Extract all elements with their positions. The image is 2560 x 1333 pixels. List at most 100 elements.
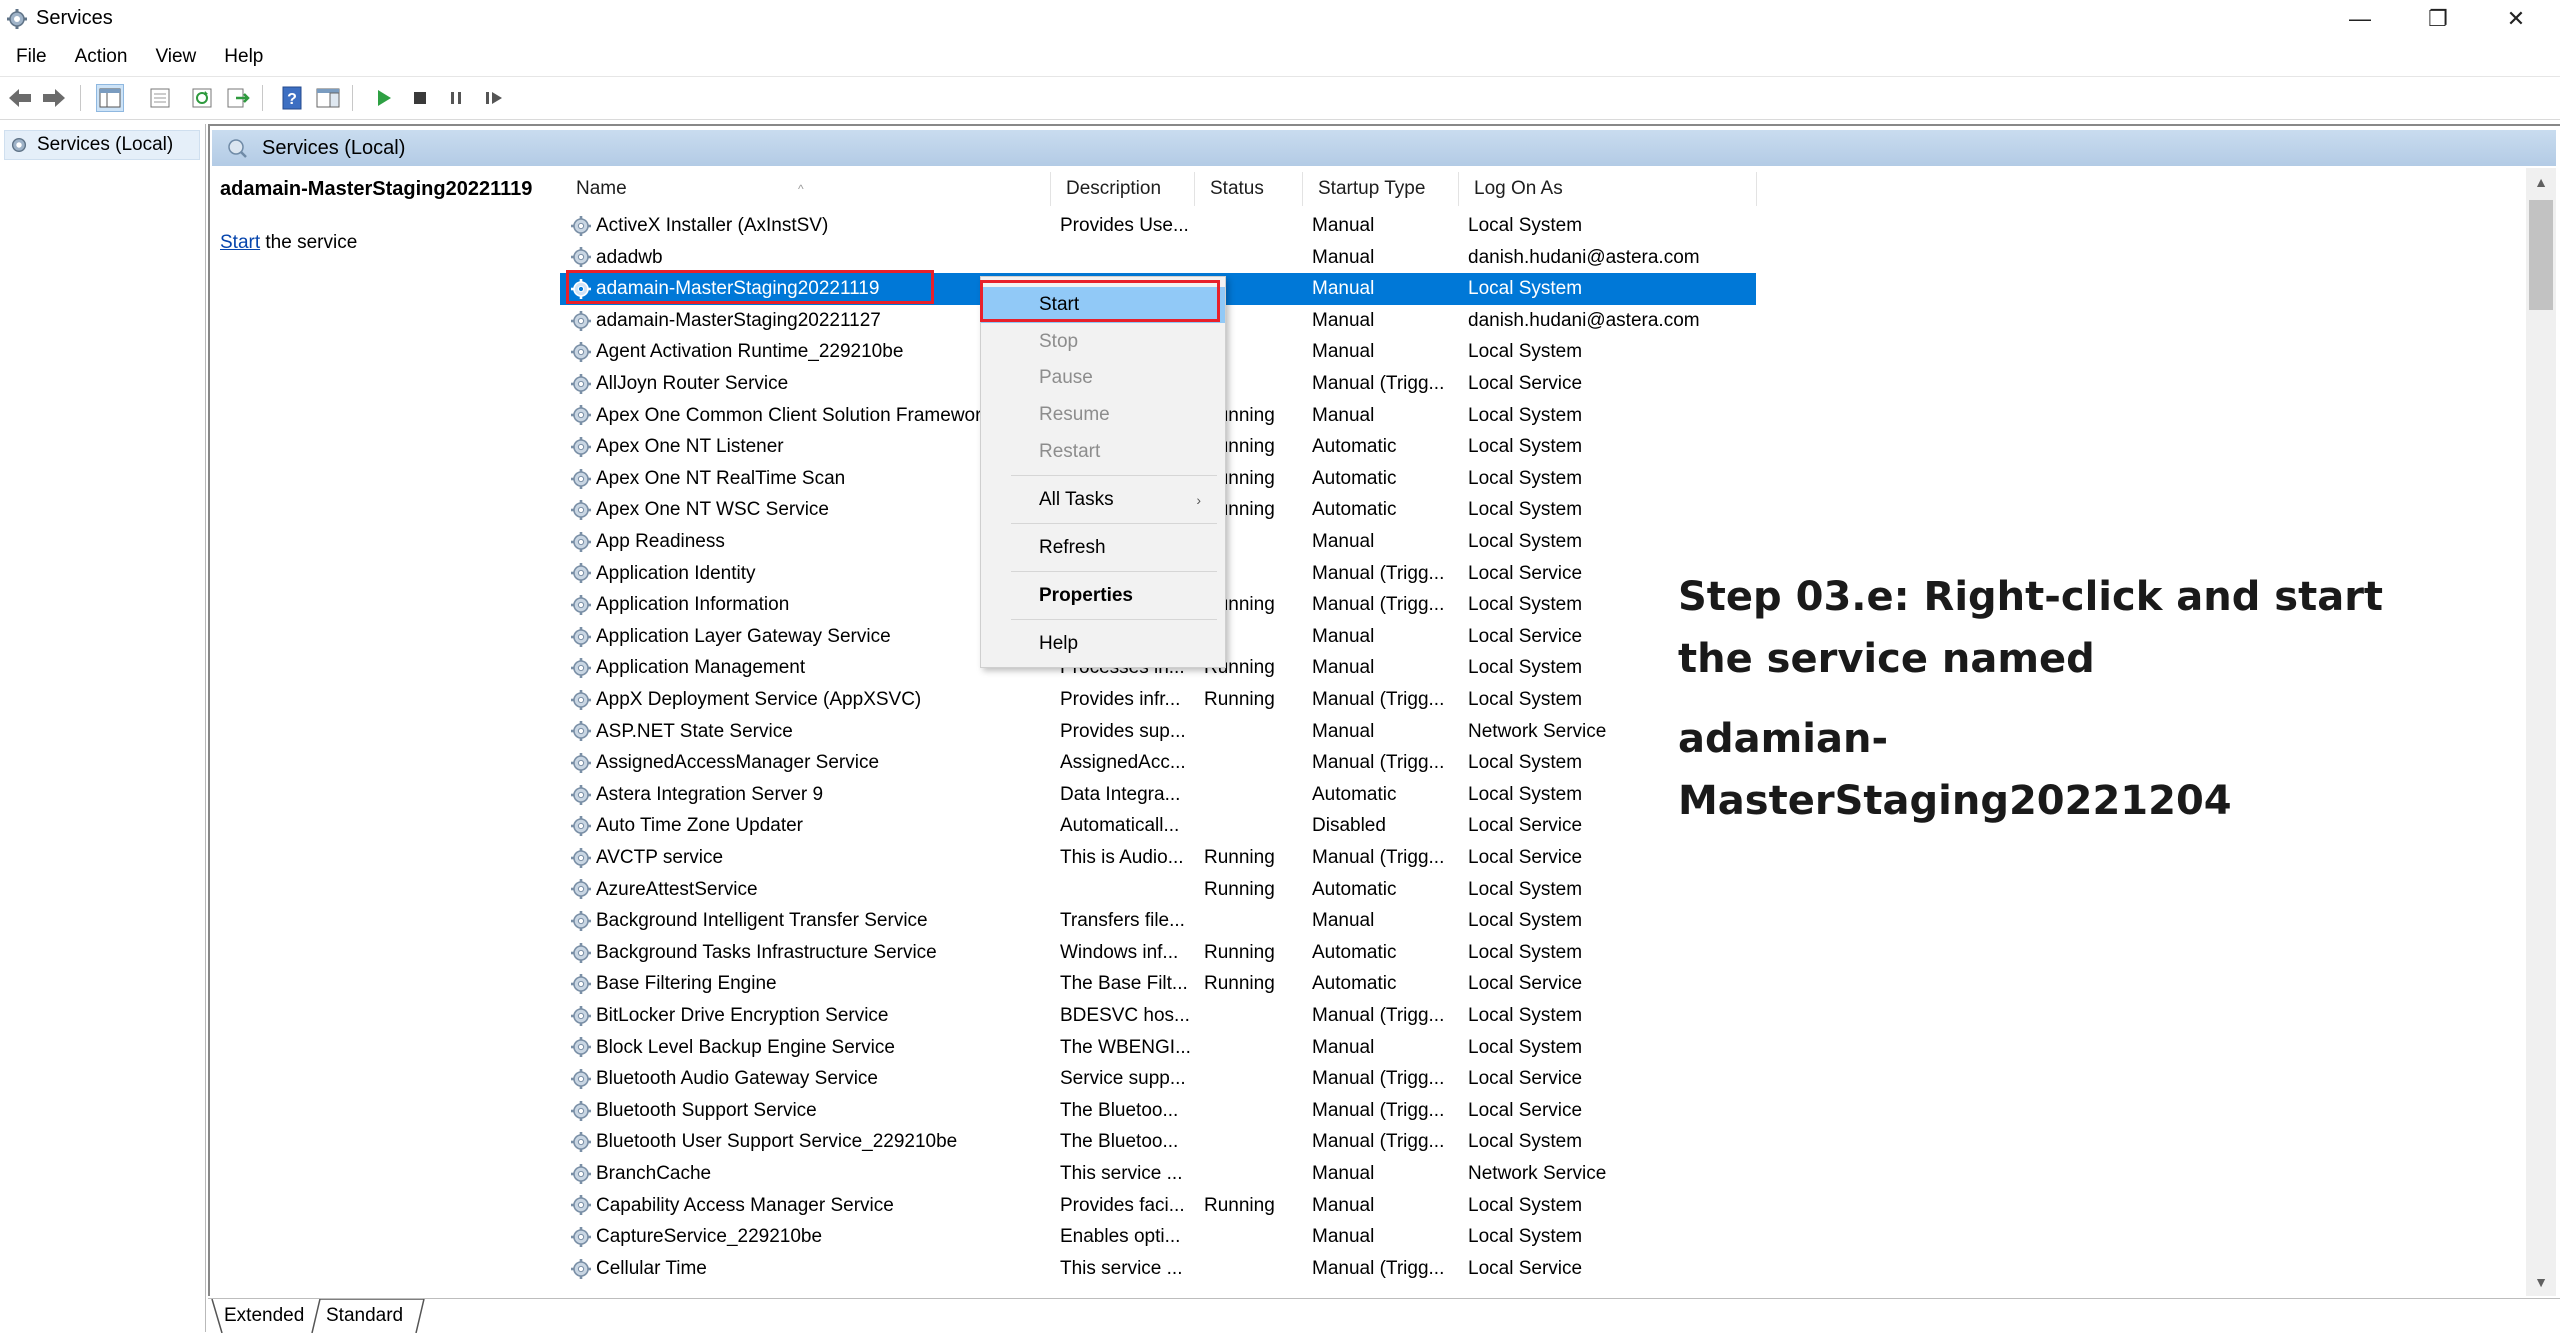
table-row[interactable]: BranchCache This service ... Manual Network…	[560, 1158, 1756, 1190]
service-startup-type: Automatic	[1312, 467, 1397, 489]
service-log-on-as: Local Service	[1468, 373, 1583, 394]
service-status: Running	[1204, 847, 1275, 868]
table-row[interactable]: CaptureService_229210be Enables opti... Ma…	[560, 1221, 1756, 1253]
row-name-cell: AVCTP service	[570, 842, 1040, 874]
service-name: Capability Access Manager Service	[596, 1194, 894, 1216]
menu-help[interactable]: Help	[210, 40, 277, 74]
column-header-status[interactable]: Status	[1194, 174, 1302, 204]
title-bar: Services — ❐ ✕	[0, 0, 2560, 38]
table-row[interactable]: Background Tasks Infrastructure Service W…	[560, 937, 1756, 969]
table-row[interactable]: adadwb Manual danish.hudani@astera.com	[560, 242, 1756, 274]
service-gear-icon	[571, 1100, 591, 1121]
service-name: Base Filtering Engine	[596, 973, 777, 995]
row-name-cell: Apex One NT RealTime Scan	[570, 463, 1040, 495]
column-header-description[interactable]: Description	[1050, 174, 1194, 204]
stop-service-icon[interactable]	[406, 84, 434, 112]
table-row[interactable]: Cellular Time This service ... Manual (Tri…	[560, 1253, 1756, 1285]
menu-action[interactable]: Action	[61, 40, 142, 74]
context-menu-properties[interactable]: Properties	[981, 578, 1225, 614]
scroll-down-icon[interactable]: ▼	[2526, 1268, 2556, 1296]
table-row[interactable]: BitLocker Drive Encryption Service BDESVC…	[560, 1000, 1756, 1032]
row-name-cell: AppX Deployment Service (AppXSVC)	[570, 684, 1040, 716]
service-startup-type: Automatic	[1312, 878, 1397, 900]
service-name: Application Management	[596, 657, 806, 679]
row-name-cell: adadwb	[570, 242, 1040, 274]
help-icon[interactable]: ?	[278, 84, 306, 112]
table-row[interactable]: Bluetooth Audio Gateway Service Service s…	[560, 1063, 1756, 1095]
scroll-up-icon[interactable]: ▲	[2526, 168, 2556, 196]
start-service-icon[interactable]	[370, 84, 398, 112]
refresh-icon[interactable]	[188, 84, 216, 112]
context-menu-all-tasks[interactable]: All Tasks ›	[981, 482, 1225, 518]
table-row[interactable]: Background Intelligent Transfer Service T…	[560, 905, 1756, 937]
tab-extended[interactable]: Extended	[224, 1299, 304, 1333]
highlight-box-service-name	[566, 270, 934, 304]
minimize-button[interactable]: —	[2322, 0, 2398, 38]
context-menu-restart[interactable]: Restart	[981, 434, 1225, 470]
export-list-icon[interactable]	[224, 84, 252, 112]
context-menu-pause[interactable]: Pause	[981, 360, 1225, 396]
service-name: CaptureService_229210be	[596, 1226, 823, 1248]
restart-service-icon[interactable]	[480, 84, 508, 112]
properties-sheet-icon[interactable]	[146, 84, 174, 112]
table-row[interactable]: AzureAttestService Running Automatic Local …	[560, 874, 1756, 906]
pause-service-icon[interactable]	[442, 84, 470, 112]
restore-button[interactable]: ❐	[2400, 0, 2476, 38]
table-row[interactable]: Bluetooth Support Service The Bluetoo... M…	[560, 1095, 1756, 1127]
table-row[interactable]: AppX Deployment Service (AppXSVC) Provide…	[560, 684, 1756, 716]
table-row[interactable]: Block Level Backup Engine Service The WBE…	[560, 1032, 1756, 1064]
service-description: Provides faci...	[1060, 1194, 1185, 1216]
service-name: Application Identity	[596, 562, 756, 584]
table-row[interactable]: Auto Time Zone Updater Automaticall... Dis…	[560, 810, 1756, 842]
row-name-cell: Capability Access Manager Service	[570, 1190, 1040, 1222]
highlight-box-start	[980, 280, 1220, 322]
column-header-log-on-as[interactable]: Log On As	[1458, 174, 1756, 204]
forward-arrow-icon[interactable]	[40, 84, 68, 112]
svg-text:?: ?	[287, 91, 297, 108]
service-status: Running	[1204, 878, 1275, 900]
service-startup-type: Manual	[1312, 341, 1375, 363]
table-row[interactable]: AVCTP service This is Audio... Running Manu…	[560, 842, 1756, 874]
show-hide-console-tree-icon[interactable]	[96, 84, 124, 112]
service-startup-type: Manual (Trigg...	[1312, 562, 1445, 584]
service-startup-type: Manual	[1312, 1194, 1375, 1216]
service-log-on-as: Local System	[1468, 215, 1583, 236]
context-menu-refresh[interactable]: Refresh	[981, 530, 1225, 566]
table-row[interactable]: Astera Integration Server 9 Data Integra.…	[560, 779, 1756, 811]
row-name-cell: Auto Time Zone Updater	[570, 810, 1040, 842]
table-row[interactable]: Capability Access Manager Service Provide…	[560, 1190, 1756, 1222]
service-description	[1060, 874, 1196, 906]
service-gear-icon	[571, 752, 591, 773]
back-arrow-icon[interactable]	[6, 84, 34, 112]
start-service-link[interactable]: Start	[220, 232, 260, 253]
service-name: Agent Activation Runtime_229210be	[596, 341, 904, 363]
service-log-on-as: Local System	[1468, 436, 1583, 458]
service-status: Running	[1204, 689, 1275, 710]
service-status	[1204, 1032, 1304, 1064]
service-status	[1204, 747, 1304, 779]
service-description: This is Audio...	[1060, 847, 1184, 868]
context-menu-resume[interactable]: Resume	[981, 397, 1225, 433]
table-row[interactable]: ActiveX Installer (AxInstSV) Provides Use…	[560, 210, 1756, 242]
tree-node-services-local[interactable]: Services (Local)	[4, 130, 200, 160]
service-startup-type: Manual	[1312, 278, 1375, 300]
vertical-scrollbar[interactable]: ▲ ▼	[2526, 168, 2556, 1296]
table-row[interactable]: Base Filtering Engine The Base Filt... Run…	[560, 968, 1756, 1000]
menu-view[interactable]: View	[141, 40, 210, 74]
scroll-thumb[interactable]	[2529, 200, 2553, 310]
column-header-startup-type[interactable]: Startup Type	[1302, 174, 1458, 204]
context-menu-help[interactable]: Help	[981, 626, 1225, 662]
column-header-name[interactable]: Name ^	[560, 174, 1050, 204]
close-button[interactable]: ✕	[2478, 0, 2554, 38]
action-pane-icon[interactable]	[314, 84, 342, 112]
context-menu-stop[interactable]: Stop	[981, 324, 1225, 360]
table-row[interactable]: ASP.NET State Service Provides sup... Manu…	[560, 716, 1756, 748]
service-gear-icon	[571, 879, 591, 900]
row-name-cell: CaptureService_229210be	[570, 1221, 1040, 1253]
table-row[interactable]: Bluetooth User Support Service_229210be T…	[560, 1126, 1756, 1158]
tab-standard[interactable]: Standard	[326, 1299, 403, 1333]
table-row[interactable]: AssignedAccessManager Service AssignedAcc…	[560, 747, 1756, 779]
service-startup-type: Manual (Trigg...	[1312, 1005, 1445, 1026]
menu-file[interactable]: File	[0, 40, 61, 74]
service-startup-type: Manual (Trigg...	[1312, 689, 1445, 710]
